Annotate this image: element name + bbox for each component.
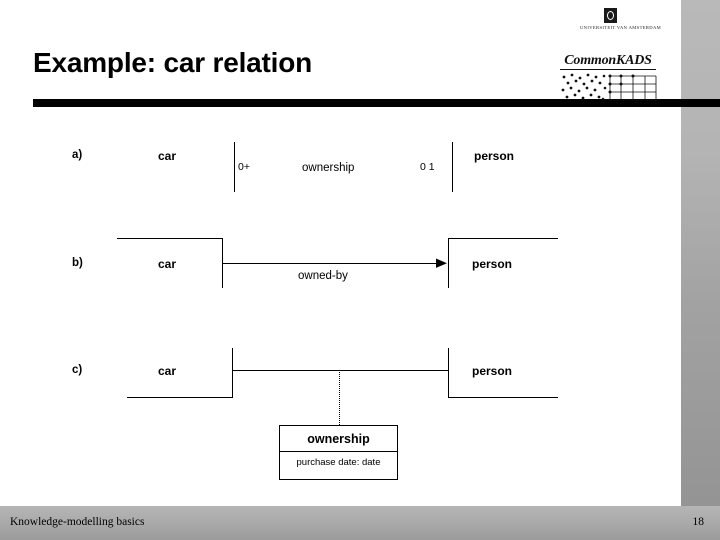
university-logo-label: UNIVERSITEIT VAN AMSTERDAM xyxy=(580,25,662,30)
entity-b-left-box-top xyxy=(117,238,223,239)
commonkads-logo-label: CommonKADS xyxy=(564,53,652,68)
association-class-attribute: purchase date: date xyxy=(296,457,381,468)
entity-b-right: person xyxy=(472,257,513,271)
relation-c-line xyxy=(232,370,449,371)
row-a-right-connector-line xyxy=(452,142,453,192)
car-relation-diagram: a) car 0+ ownership 0 1 person b) car ow… xyxy=(0,120,681,490)
slide-footer: Knowledge-modelling basics 18 xyxy=(0,506,720,540)
relation-label-b: owned-by xyxy=(298,270,348,282)
entity-c-right: person xyxy=(472,364,513,378)
entity-a-left: car xyxy=(158,149,177,163)
entity-a-right: person xyxy=(474,149,515,163)
relation-label-a: ownership xyxy=(302,162,355,174)
logo-block: UNIVERSITEIT VAN AMSTERDAM CommonKADS xyxy=(556,8,666,101)
relation-b-arrow-line xyxy=(222,263,440,264)
footer-page-number: 18 xyxy=(692,516,705,528)
relation-b-arrowhead-icon xyxy=(436,258,447,268)
commonkads-logo-rule xyxy=(560,69,656,70)
association-class-box: ownership purchase date: date xyxy=(279,425,398,480)
entity-b-left: car xyxy=(158,257,177,271)
entity-c-right-box-left xyxy=(448,348,449,398)
row-label-a: a) xyxy=(72,149,83,161)
commonkads-logo: CommonKADS xyxy=(556,53,660,107)
association-class-name: ownership xyxy=(307,432,370,446)
cardinality-a-right: 0 1 xyxy=(420,161,435,173)
university-logo: UNIVERSITEIT VAN AMSTERDAM xyxy=(580,8,662,30)
cardinality-a-left: 0+ xyxy=(238,161,250,173)
entity-c-left: car xyxy=(158,364,177,378)
row-label-c: c) xyxy=(72,364,83,376)
entity-c-left-box-bottom xyxy=(127,397,233,398)
association-class-dotted-link xyxy=(339,370,340,425)
page-title: Example: car relation xyxy=(33,47,313,78)
entity-c-left-box-right xyxy=(232,348,233,398)
entity-b-right-box-left xyxy=(448,238,449,288)
footer-title: Knowledge-modelling basics xyxy=(10,516,145,528)
university-seal-icon xyxy=(603,8,617,23)
commonkads-dot-grid-icon xyxy=(561,73,657,101)
entity-b-right-box-top xyxy=(448,238,558,239)
slide: Example: car relation UNIVERSITEIT VAN A… xyxy=(0,0,720,540)
right-decorative-band xyxy=(681,0,720,506)
row-label-b: b) xyxy=(72,257,83,269)
entity-c-right-box-bottom xyxy=(448,397,558,398)
row-a-left-connector-line xyxy=(234,142,235,192)
